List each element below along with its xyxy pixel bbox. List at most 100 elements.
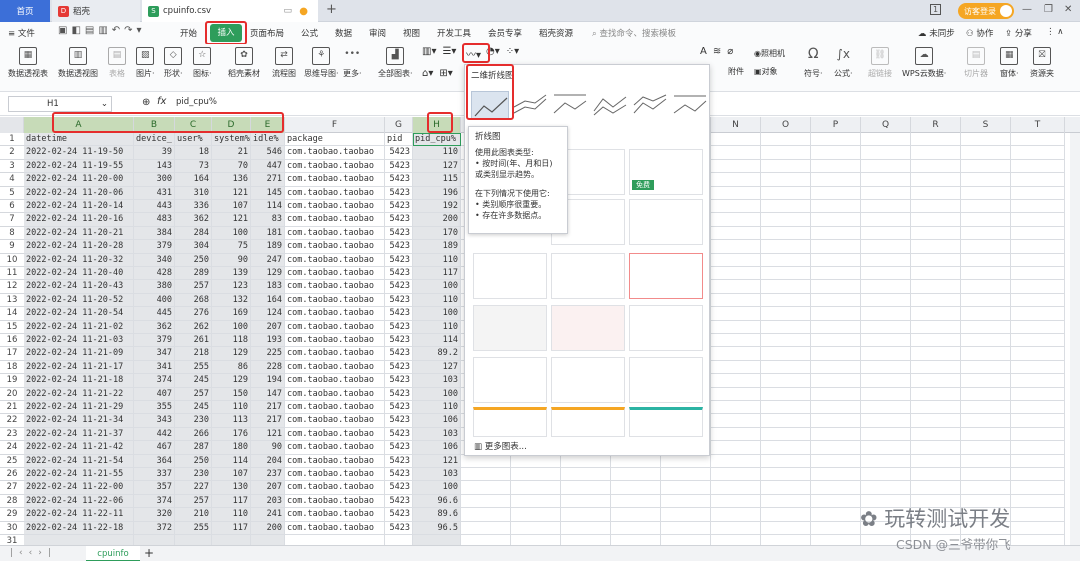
tab-docer[interactable]: D 稻壳 [52,0,140,22]
cell[interactable] [861,468,911,482]
cell[interactable] [711,521,761,535]
cell[interactable] [861,320,911,334]
cell[interactable]: 176 [212,427,251,442]
cell[interactable]: 110 [413,401,461,415]
cell[interactable] [961,280,1011,294]
cell[interactable] [911,226,961,241]
cell[interactable]: 2022-02-24 11-21-17 [24,360,134,375]
cell[interactable]: 127 [413,360,461,375]
cell[interactable]: 268 [175,293,212,308]
cell[interactable] [761,508,811,522]
cell[interactable]: 5423 [385,508,413,522]
cell[interactable] [811,293,861,308]
column-header-r[interactable]: R [911,117,961,133]
cell[interactable]: 123 [212,280,251,294]
cell[interactable]: 5423 [385,427,413,442]
ribbon-object[interactable]: ▣ 对象 [754,66,778,77]
cell[interactable]: com.taobao.taobao [285,320,385,334]
chart-template[interactable] [473,305,547,351]
cell[interactable]: 443 [134,200,175,214]
cell[interactable]: 287 [175,441,212,455]
cell[interactable]: com.taobao.taobao [285,414,385,428]
cell[interactable] [911,240,961,254]
cell[interactable] [561,508,611,522]
cell[interactable]: 304 [175,240,212,254]
row-header[interactable]: 30 [0,522,24,535]
cell[interactable] [961,186,1011,200]
cell[interactable] [711,414,761,428]
name-box[interactable]: H1 ⌄ [8,96,112,112]
cell[interactable]: 2022-02-24 11-21-18 [24,374,134,388]
cell[interactable]: 230 [175,414,212,428]
cell[interactable] [461,494,511,509]
cell[interactable]: com.taobao.taobao [285,347,385,361]
cell[interactable] [711,401,761,415]
cell[interactable] [461,508,511,522]
row-header[interactable]: 5 [0,187,24,200]
column-header-a[interactable]: A [24,117,134,133]
cell[interactable] [861,173,911,187]
cell[interactable] [761,133,811,147]
cell[interactable] [711,186,761,200]
chart-template[interactable] [551,407,625,437]
row-header[interactable]: 15 [0,321,24,334]
cell[interactable]: 18 [175,146,212,160]
cell[interactable] [861,186,911,200]
cell[interactable]: 207 [251,320,285,334]
cell[interactable]: 217 [251,414,285,428]
cell[interactable]: 2022-02-24 11-19-50 [24,146,134,160]
cell[interactable]: idle% [251,133,285,147]
cell[interactable] [761,213,811,227]
cell[interactable]: 207 [251,481,285,495]
cell[interactable] [511,454,561,468]
cell[interactable]: com.taobao.taobao [285,280,385,294]
cell[interactable]: 2022-02-24 11-21-09 [24,347,134,361]
cell[interactable] [811,347,861,361]
ribbon-table[interactable]: ▤ 表格 [108,47,126,79]
cell[interactable] [961,146,1011,160]
cell[interactable] [1011,146,1065,160]
cell[interactable]: 5423 [385,280,413,294]
cell[interactable]: 110 [413,293,461,308]
cell[interactable]: 2022-02-24 11-21-42 [24,441,134,455]
cell[interactable]: 117 [413,267,461,281]
cell[interactable] [413,535,461,545]
cell[interactable] [861,387,911,401]
menu-insert[interactable]: 插入 [210,24,242,42]
cell[interactable] [811,535,861,545]
cell[interactable]: 447 [251,159,285,174]
cell[interactable] [961,387,1011,401]
cell[interactable]: com.taobao.taobao [285,146,385,160]
cell[interactable]: 546 [251,146,285,160]
cell[interactable]: 100 [413,481,461,495]
cell[interactable] [811,441,861,455]
cell[interactable]: 90 [212,253,251,267]
cell[interactable] [511,494,561,509]
zoom-icon[interactable]: ⊕ [142,97,150,108]
ribbon-picture[interactable]: ▨ 图片· [136,47,155,79]
row-header[interactable]: 1 [0,133,24,147]
row-header[interactable]: 23 [0,428,24,442]
cell[interactable]: 257 [175,494,212,509]
cell[interactable]: 189 [251,240,285,254]
cell[interactable] [1011,200,1065,214]
cell[interactable] [711,307,761,321]
cell[interactable] [1011,347,1065,361]
cell[interactable] [911,454,961,468]
cell[interactable]: com.taobao.taobao [285,454,385,468]
cell[interactable] [861,200,911,214]
cell[interactable] [24,535,134,545]
cell[interactable]: 257 [175,280,212,294]
cell[interactable]: com.taobao.taobao [285,508,385,522]
cell[interactable]: com.taobao.taobao [285,481,385,495]
row-header[interactable]: 29 [0,508,24,522]
cell[interactable] [811,133,861,147]
cell[interactable] [811,173,861,187]
cell[interactable] [911,320,961,334]
cell[interactable]: 217 [251,401,285,415]
cell[interactable]: 255 [175,521,212,535]
row-header[interactable]: 12 [0,280,24,294]
row-header[interactable]: 16 [0,334,24,348]
tab-home[interactable]: 首页 [0,0,50,22]
cell[interactable]: 5423 [385,173,413,187]
